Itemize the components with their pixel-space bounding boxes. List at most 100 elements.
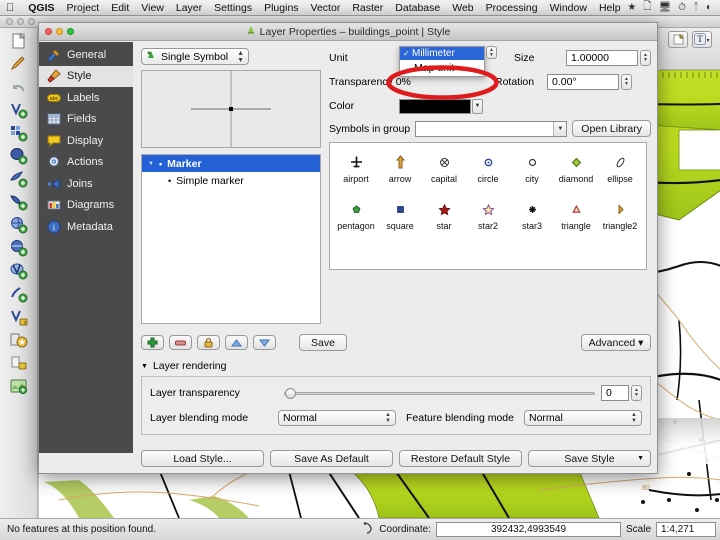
add-symbol-layer-button[interactable] [141,335,164,350]
save-symbol-button[interactable]: Save [299,334,347,351]
add-wms-layer-icon[interactable] [6,214,32,236]
dialog-close-icon[interactable] [45,28,52,35]
tree-item-marker[interactable]: ▼ • Marker [142,155,320,172]
add-postgis-layer-icon[interactable] [6,145,32,167]
add-wcs-layer-icon[interactable] [6,237,32,259]
add-delimited-text-icon[interactable] [6,352,32,374]
label-icon[interactable] [668,31,688,48]
color-dropdown-icon[interactable]: ▼ [472,98,483,114]
sidebar-item-metadata[interactable]: i Metadata [39,216,133,238]
time-machine-icon[interactable]: ⏱ [678,2,686,13]
gallery-item-city[interactable]: city [510,151,554,184]
coordinate-input[interactable]: 392432,4993549 [435,522,621,537]
menu-item-processing[interactable]: Processing [480,2,544,14]
sidebar-item-fields[interactable]: Fields [39,109,133,131]
gallery-item-square[interactable]: square [378,198,422,231]
unit-dropdown-menu[interactable]: Millimeter Map unit [399,46,485,77]
layer-blending-combo[interactable]: Normal ▲ ▼ [278,410,396,426]
menu-item-vector[interactable]: Vector [305,2,347,14]
layer-transparency-stepper[interactable]: ▲ ▼ [631,385,642,401]
save-style-button[interactable]: Save Style ▼ [528,450,651,467]
menu-item-help[interactable]: Help [593,2,627,14]
gallery-item-airport[interactable]: airport [334,151,378,184]
tree-item-simple-marker[interactable]: • Simple marker [142,172,320,189]
pencil-icon[interactable] [6,53,32,75]
gallery-item-circle[interactable]: circle [466,151,510,184]
layer-rendering-header[interactable]: ▼ Layer rendering [141,360,651,372]
sidebar-item-style[interactable]: Style [39,65,133,87]
menu-item-plugins[interactable]: Plugins [258,2,304,14]
add-vector-layer-icon[interactable] [6,99,32,121]
copy-icon[interactable]: 🗋 [643,0,651,16]
feature-blending-combo[interactable]: Normal ▲ ▼ [524,410,642,426]
symbol-layer-tree[interactable]: ▼ • Marker • Simple marker [141,154,321,324]
layer-transparency-slider[interactable] [284,387,595,399]
sidebar-item-diagrams[interactable]: Diagrams [39,195,133,217]
menu-item-database[interactable]: Database [389,2,446,14]
add-layer-definition-icon[interactable] [6,375,32,397]
menu-item-edit[interactable]: Edit [105,2,135,14]
unit-combo-arrows-icon[interactable]: ▲ ▼ [486,46,497,59]
menu-item-qgis[interactable]: QGIS [22,2,60,14]
gallery-item-ellipse[interactable]: ellipse [598,151,642,184]
new-file-icon[interactable] [6,30,32,52]
unit-option-map-unit[interactable]: Map unit [400,60,484,76]
symbols-in-group-combo[interactable]: ▼ [415,120,568,137]
unit-option-millimeter[interactable]: Millimeter [400,47,484,60]
gallery-item-star2[interactable]: star2 [466,198,510,231]
close-icon[interactable] [6,18,13,25]
add-spatialite-layer-icon[interactable] [6,168,32,190]
renderer-type-combo[interactable]: Single Symbol ▲ ▼ [141,48,249,65]
gallery-item-star3[interactable]: star3 [510,198,554,231]
advanced-button[interactable]: Advanced ▾ [581,334,651,351]
chevron-down-icon[interactable]: ▼ [141,363,148,370]
save-as-default-button[interactable]: Save As Default [270,450,393,467]
embed-layer-icon[interactable] [6,329,32,351]
sidebar-item-display[interactable]: Display [39,130,133,152]
menu-item-view[interactable]: View [135,2,170,14]
add-raster-layer-icon[interactable] [6,122,32,144]
add-wfs-layer-icon[interactable] [6,260,32,282]
wifi-icon[interactable]: ◐ [706,2,712,13]
color-swatch[interactable] [399,98,471,114]
rotation-input[interactable]: 0.00° [547,74,619,90]
gallery-item-pentagon[interactable]: pentagon [334,198,378,231]
minimize-icon[interactable] [17,18,24,25]
chevron-down-icon[interactable]: ▼ [637,455,644,462]
sidebar-item-actions[interactable]: Actions [39,152,133,174]
dialog-window-controls[interactable] [45,28,74,35]
gallery-item-triangle2[interactable]: triangle2 [598,198,642,231]
menu-item-raster[interactable]: Raster [346,2,389,14]
sidebar-item-labels[interactable]: abc Labels [39,87,133,109]
display-icon[interactable]: 🖥 [658,2,671,13]
render-icon[interactable] [363,522,374,537]
sidebar-item-joins[interactable]: Joins [39,173,133,195]
gallery-item-capital[interactable]: capital [422,151,466,184]
lock-symbol-layer-button[interactable] [197,335,220,350]
gallery-item-diamond[interactable]: diamond [554,151,598,184]
menu-item-layer[interactable]: Layer [170,2,208,14]
menu-item-project[interactable]: Project [61,2,106,14]
window-controls[interactable] [6,18,35,25]
apple-logo-icon[interactable]:  [6,2,14,14]
open-library-button[interactable]: Open Library [572,120,651,137]
gallery-item-arrow[interactable]: arrow [378,151,422,184]
layer-transparency-input[interactable]: 0 [601,385,629,401]
new-shapefile-icon[interactable] [6,283,32,305]
text-tool-icon[interactable]: T [692,31,712,48]
scale-input[interactable]: 1:4,271 [656,522,716,537]
size-input[interactable]: 1.00000 [566,50,638,66]
menu-item-settings[interactable]: Settings [208,2,258,14]
chevron-down-icon[interactable]: ▼ [148,161,154,167]
dialog-zoom-icon[interactable] [67,28,74,35]
bluetooth-icon[interactable]: ᛏ [693,2,699,13]
new-spatialite-icon[interactable] [6,306,32,328]
symbol-gallery[interactable]: airport arrow capital circle city diamon… [329,142,647,270]
remove-symbol-layer-button[interactable] [169,335,192,350]
move-up-button[interactable] [225,335,248,350]
group-dropdown-icon[interactable]: ▼ [553,121,567,136]
menu-item-window[interactable]: Window [544,2,593,14]
sidebar-item-general[interactable]: General [39,44,133,66]
menu-item-web[interactable]: Web [446,2,479,14]
dialog-minimize-icon[interactable] [56,28,63,35]
